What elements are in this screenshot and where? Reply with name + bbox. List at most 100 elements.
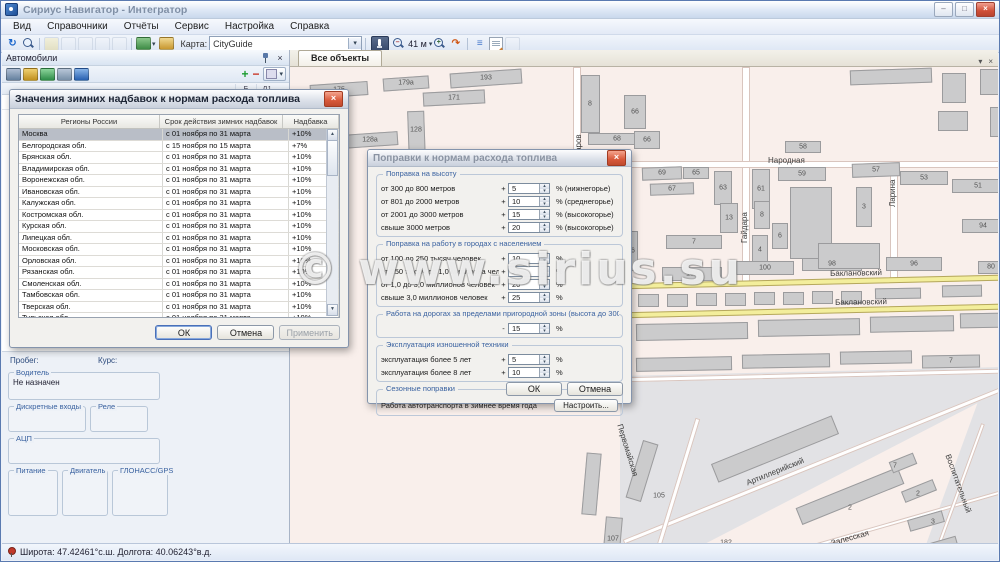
device-icon[interactable]	[6, 68, 21, 81]
tab-close-icon[interactable]: ×	[988, 57, 993, 66]
tab-all-objects[interactable]: Все объекты	[298, 50, 382, 66]
spin-down-icon[interactable]: ▾	[540, 285, 549, 290]
menu-item[interactable]: Вид	[5, 21, 39, 32]
ok-button[interactable]: ОК	[506, 382, 562, 396]
ok-button[interactable]: ОК	[155, 325, 212, 340]
value-spinbox[interactable]: 15▴▾	[508, 209, 550, 220]
chevron-down-icon[interactable]: ▾	[152, 40, 156, 48]
spin-down-icon[interactable]: ▾	[540, 259, 549, 264]
spin-down-icon[interactable]: ▾	[540, 189, 549, 194]
region-row[interactable]: Брянская обл.с 01 ноября по 31 марта+10%	[19, 152, 339, 164]
chevron-down-icon[interactable]: ▾	[348, 38, 361, 49]
globe-green-icon[interactable]	[40, 68, 55, 81]
value-spinbox[interactable]: 15▴▾	[508, 266, 550, 277]
vehicle-dropdown-icon[interactable]	[136, 37, 151, 50]
chart-icon[interactable]	[159, 37, 174, 50]
region-row[interactable]: Владимирская обл.с 01 ноября по 31 марта…	[19, 164, 339, 176]
spin-down-icon[interactable]: ▾	[540, 373, 549, 378]
spin-down-icon[interactable]: ▾	[540, 360, 549, 365]
dialog-close-icon[interactable]: ×	[607, 150, 626, 166]
region-row[interactable]: Рязанская обл.с 01 ноября по 31 марта+10…	[19, 267, 339, 279]
region-row[interactable]: Белгородская обл.с 15 ноября по 15 марта…	[19, 141, 339, 153]
map-provider-combo[interactable]: CityGuide ▾	[209, 36, 362, 51]
menu-item[interactable]: Отчёты	[116, 21, 167, 32]
panel-close-icon[interactable]: ×	[275, 53, 285, 63]
list-icon[interactable]: ≡	[472, 37, 487, 51]
menu-item[interactable]: Справка	[282, 21, 337, 32]
table-scrollbar[interactable]: ▲ ▼	[326, 129, 338, 316]
add-vehicle-button[interactable]: +	[241, 67, 248, 81]
region-row[interactable]: Липецкая обл.с 01 ноября по 31 марта+10%	[19, 233, 339, 245]
value-spinbox[interactable]: 15▴▾	[508, 323, 550, 334]
edit-note-icon[interactable]	[489, 37, 503, 51]
region-row[interactable]: Москвас 01 ноября по 31 марта+10%	[19, 129, 339, 141]
dialog-close-icon[interactable]: ×	[324, 91, 343, 107]
spin-down-icon[interactable]: ▾	[540, 202, 549, 207]
zoom-in-icon[interactable]: +	[433, 37, 446, 50]
refresh-button[interactable]: ↻	[5, 37, 20, 51]
spinner-arrows[interactable]: ▴▾	[539, 210, 549, 219]
apply-button[interactable]: Применить	[279, 325, 340, 340]
pin-icon[interactable]	[262, 53, 269, 63]
region-row[interactable]: Тульская обл.с 01 ноября по 31 марта+10%	[19, 313, 339, 318]
spin-down-icon[interactable]: ▾	[540, 215, 549, 220]
van-icon[interactable]	[57, 68, 72, 81]
region-row[interactable]: Костромская обл.с 01 ноября по 31 марта+…	[19, 210, 339, 222]
spinner-arrows[interactable]: ▴▾	[539, 184, 549, 193]
value-spinbox[interactable]: 5▴▾	[508, 354, 550, 365]
spinner-arrows[interactable]: ▴▾	[539, 293, 549, 302]
value-spinbox[interactable]: 20▴▾	[508, 222, 550, 233]
spinner-arrows[interactable]: ▴▾	[539, 197, 549, 206]
spinner-arrows[interactable]: ▴▾	[539, 355, 549, 364]
value-spinbox[interactable]: 10▴▾	[508, 367, 550, 378]
region-row[interactable]: Воронежская обл.с 01 ноября по 31 марта+…	[19, 175, 339, 187]
zoom-out-icon[interactable]: –	[392, 37, 405, 50]
spin-down-icon[interactable]: ▾	[540, 228, 549, 233]
brush-icon[interactable]	[23, 68, 38, 81]
cancel-button[interactable]: Отмена	[567, 382, 623, 396]
close-button[interactable]: ×	[976, 2, 995, 17]
value-spinbox[interactable]: 20▴▾	[508, 279, 550, 290]
route-icon[interactable]: ↷	[448, 37, 463, 51]
cancel-button[interactable]: Отмена	[217, 325, 274, 340]
region-row[interactable]: Курская обл.с 01 ноября по 31 марта+10%	[19, 221, 339, 233]
value-spinbox[interactable]: 25▴▾	[508, 292, 550, 303]
tab-dropdown-icon[interactable]: ▾	[978, 57, 982, 66]
chevron-down-icon[interactable]: ▾	[429, 40, 433, 48]
globe-blue-icon[interactable]	[74, 68, 89, 81]
minimize-button[interactable]: –	[934, 2, 953, 17]
value-spinbox[interactable]: 10▴▾	[508, 253, 550, 264]
spin-down-icon[interactable]: ▾	[540, 272, 549, 277]
spinner-arrows[interactable]: ▴▾	[539, 280, 549, 289]
spin-down-icon[interactable]: ▾	[540, 298, 549, 303]
scroll-down-icon[interactable]: ▼	[327, 304, 338, 316]
edit-icon[interactable]	[44, 37, 59, 51]
value-spinbox[interactable]: 5▴▾	[508, 183, 550, 194]
spinner-arrows[interactable]: ▴▾	[539, 368, 549, 377]
region-cell: Тверская обл.	[19, 302, 163, 313]
menu-item[interactable]: Справочники	[39, 21, 116, 32]
correction-sign: +	[499, 280, 508, 289]
spinner-arrows[interactable]: ▴▾	[539, 267, 549, 276]
spin-down-icon[interactable]: ▾	[540, 329, 549, 334]
spinner-arrows[interactable]: ▴▾	[539, 223, 549, 232]
vehicles-toolbar: + − ▾	[2, 66, 289, 83]
region-row[interactable]: Тамбовская обл.с 01 ноября по 31 марта+1…	[19, 290, 339, 302]
search-icon[interactable]	[22, 37, 35, 50]
region-row[interactable]: Смоленская обл.с 01 ноября по 31 марта+1…	[19, 279, 339, 291]
region-row[interactable]: Ивановская обл.с 01 ноября по 31 марта+1…	[19, 187, 339, 199]
spinner-arrows[interactable]: ▴▾	[539, 324, 549, 333]
region-row[interactable]: Тверская обл.с 01 ноября по 31 марта+10%	[19, 302, 339, 314]
menu-item[interactable]: Сервис	[167, 21, 217, 32]
scrollbar-thumb[interactable]	[327, 140, 338, 176]
menu-item[interactable]: Настройка	[217, 21, 282, 32]
region-row[interactable]: Калужская обл.с 01 ноября по 31 марта+10…	[19, 198, 339, 210]
spinner-arrows[interactable]: ▴▾	[539, 254, 549, 263]
region-row[interactable]: Московская обл.с 01 ноября по 31 марта+1…	[19, 244, 339, 256]
maximize-button[interactable]: □	[955, 2, 974, 17]
configure-button[interactable]: Настроить...	[554, 399, 618, 412]
view-dropdown[interactable]: ▾	[263, 67, 286, 81]
region-row[interactable]: Орловская обл.с 01 ноября по 31 марта+10…	[19, 256, 339, 268]
remove-vehicle-button[interactable]: −	[252, 67, 259, 81]
value-spinbox[interactable]: 10▴▾	[508, 196, 550, 207]
